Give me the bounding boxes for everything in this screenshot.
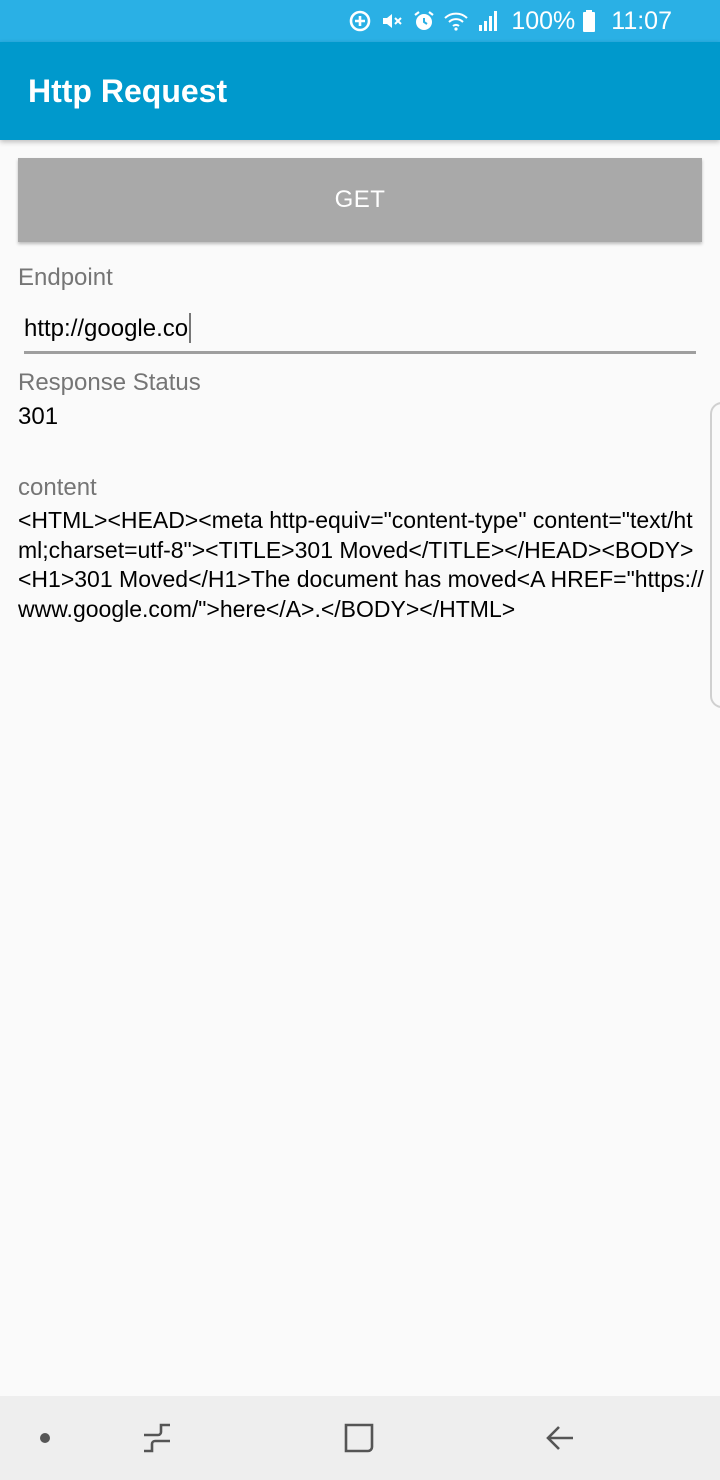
- content-value: <HTML><HEAD><meta http-equiv="content-ty…: [18, 507, 704, 622]
- status-bar: 100% 11:07: [0, 0, 720, 42]
- battery-icon: [581, 8, 597, 34]
- response-status-label: Response Status: [18, 369, 201, 396]
- endpoint-input[interactable]: http://google.co: [24, 308, 696, 354]
- recents-icon[interactable]: [127, 1408, 187, 1468]
- content-label: content: [18, 474, 97, 501]
- mute-icon: [379, 8, 405, 34]
- edge-panel-handle[interactable]: [710, 402, 720, 708]
- wifi-icon: [443, 8, 469, 34]
- screen: 100% 11:07 Http Request GET Endpoint htt…: [0, 0, 720, 1480]
- alarm-icon: [411, 8, 437, 34]
- get-button[interactable]: GET: [18, 158, 702, 242]
- clock: 11:07: [611, 6, 672, 35]
- text-cursor: [189, 313, 192, 343]
- back-icon[interactable]: [530, 1408, 590, 1468]
- app-bar: Http Request: [0, 42, 720, 140]
- data-saver-icon: [347, 8, 373, 34]
- response-status-value: 301: [18, 403, 59, 430]
- endpoint-input-value: http://google.co: [24, 315, 189, 342]
- dot-icon[interactable]: [15, 1408, 75, 1468]
- endpoint-label: Endpoint: [18, 264, 113, 291]
- signal-icon: [475, 8, 501, 34]
- home-icon[interactable]: [329, 1408, 389, 1468]
- app-title: Http Request: [28, 72, 228, 109]
- battery-percentage: 100%: [511, 6, 576, 35]
- navigation-bar: [0, 1396, 720, 1480]
